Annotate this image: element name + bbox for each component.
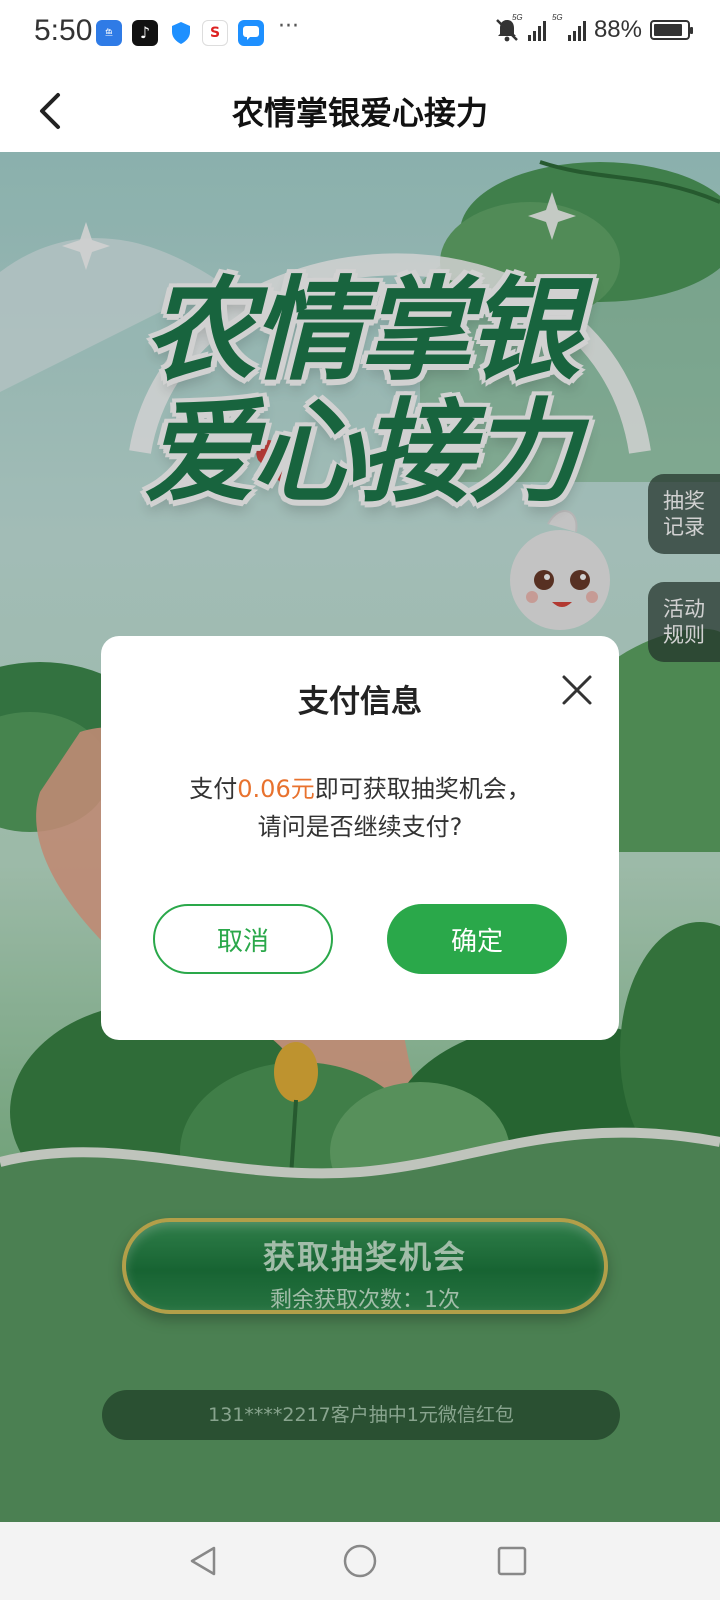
- battery-fill: [654, 24, 683, 36]
- signal-1-icon: 5G: [512, 13, 546, 41]
- system-nav-bar: [0, 1522, 720, 1600]
- message-icon: [238, 20, 264, 46]
- shield-icon: [168, 20, 194, 46]
- status-indicators: 5G 5G 88%: [494, 13, 693, 44]
- cancel-button[interactable]: 取消: [153, 904, 333, 974]
- dialog-message-line-2: 请问是否继续支付?: [257, 813, 463, 841]
- bank-icon: S: [202, 20, 228, 46]
- nav-home-button[interactable]: [335, 1536, 385, 1586]
- confirm-button[interactable]: 确定: [387, 904, 567, 974]
- signal-1-tag: 5G: [511, 13, 523, 22]
- nav-recent-button[interactable]: [487, 1536, 537, 1586]
- close-icon: [562, 675, 592, 705]
- app-header: 农情掌银爱心接力: [0, 70, 720, 152]
- recent-square-icon: [497, 1546, 527, 1576]
- tiktok-icon: ♪: [132, 20, 158, 46]
- page-title: 农情掌银爱心接力: [231, 94, 488, 132]
- status-bar: 5:50 鱼 ♪ S ··· 5G 5G 88%: [0, 0, 720, 70]
- dialog-message: 支付0.06元即可获取抽奖机会， 请问是否继续支付?: [101, 770, 619, 846]
- signal-2-tag: 5G: [551, 13, 563, 22]
- signal-2-icon: 5G: [552, 13, 586, 41]
- msg-prefix: 支付: [189, 775, 238, 803]
- back-triangle-icon: [190, 1546, 216, 1576]
- more-notifications-icon: ···: [278, 14, 299, 39]
- payment-dialog: 支付信息 支付0.06元即可获取抽奖机会， 请问是否继续支付? 取消 确定: [101, 636, 619, 1040]
- battery-percent: 88%: [593, 16, 642, 43]
- status-time: 5:50: [34, 14, 93, 47]
- dialog-title: 支付信息: [298, 684, 422, 720]
- dialog-message-line-1: 支付0.06元即可获取抽奖机会，: [101, 770, 619, 808]
- payment-amount: 0.06元: [237, 775, 315, 803]
- nav-back-button[interactable]: [178, 1536, 228, 1586]
- close-button[interactable]: [557, 670, 597, 710]
- home-circle-icon: [343, 1544, 377, 1578]
- msg-suffix: 即可获取抽奖机会，: [314, 775, 531, 803]
- battery-icon: [650, 20, 693, 40]
- alipay-like-icon: 鱼: [96, 20, 122, 46]
